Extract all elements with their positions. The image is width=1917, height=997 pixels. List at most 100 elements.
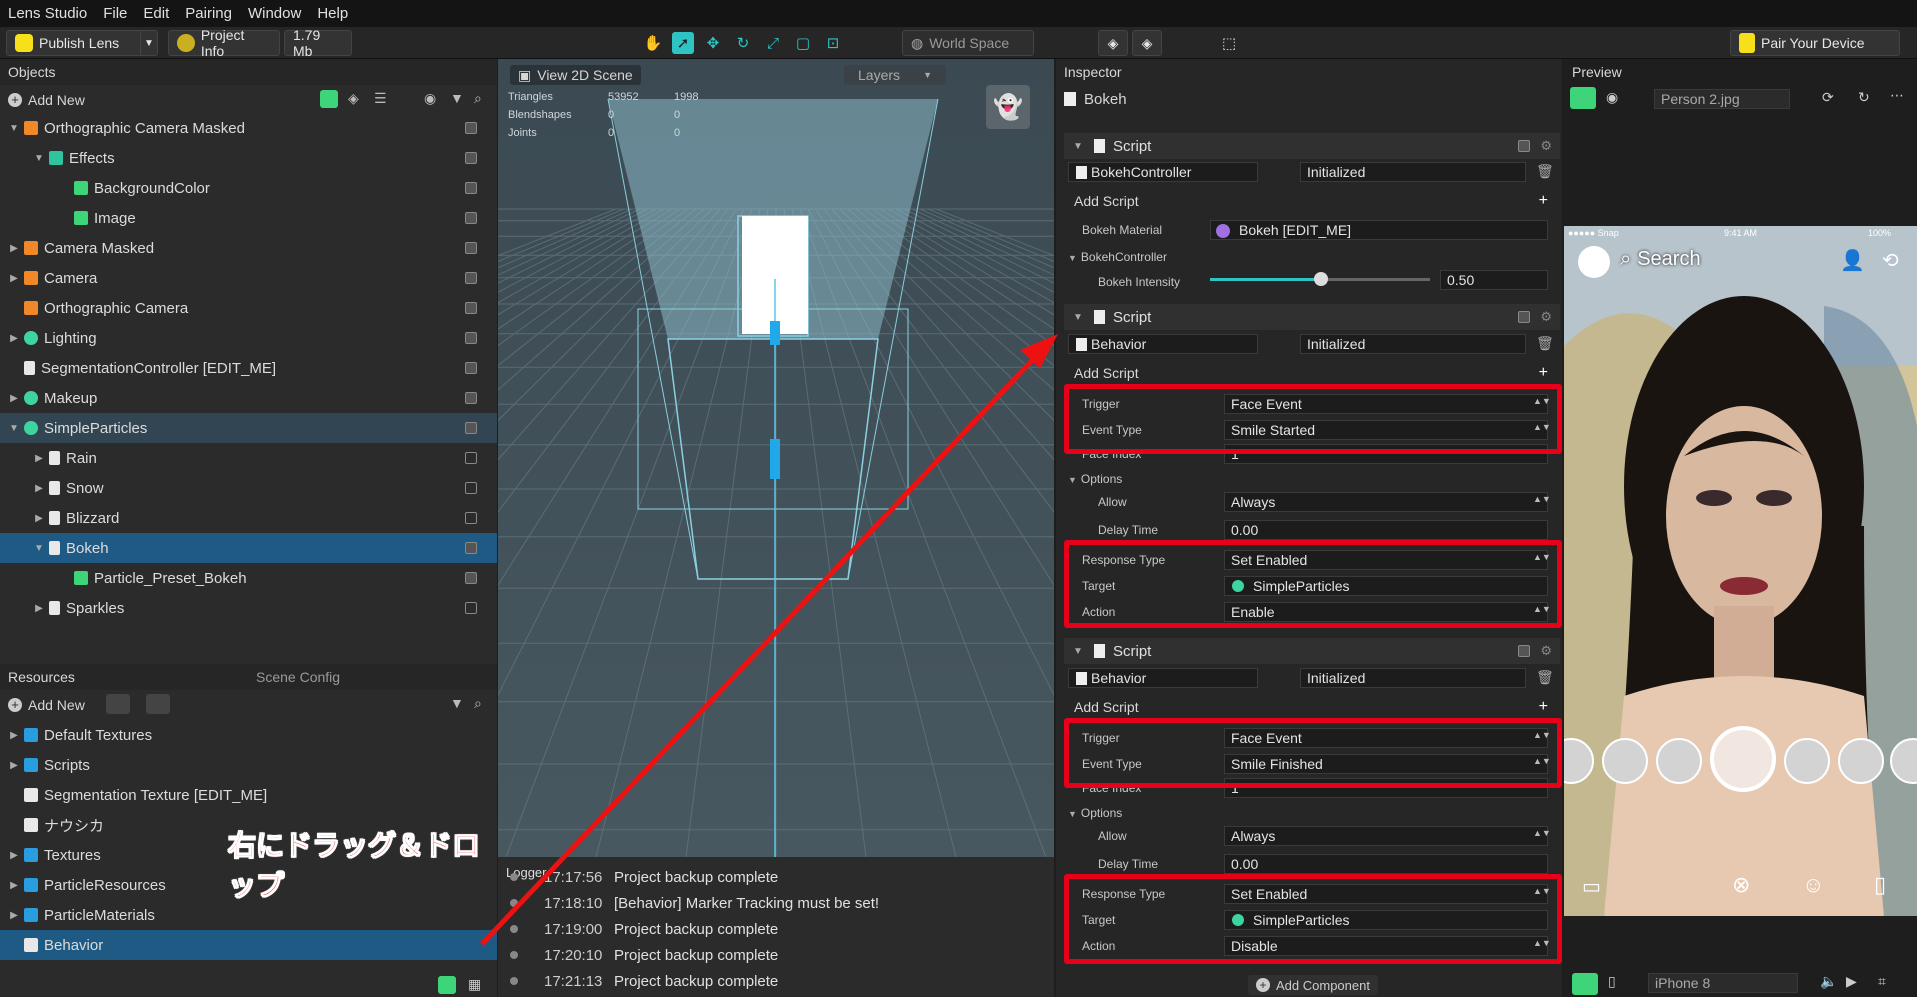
resource-item[interactable]: ▶ Default Textures (0, 720, 497, 750)
scene-config-tab[interactable]: Scene Config (256, 669, 340, 685)
enable-checkbox[interactable] (465, 332, 477, 344)
menu-window[interactable]: Window (248, 5, 301, 22)
enable-checkbox[interactable] (465, 422, 477, 434)
enable-checkbox[interactable] (465, 122, 477, 134)
menu-file[interactable]: File (103, 5, 127, 22)
object-tree-item[interactable]: Particle_Preset_Bokeh (0, 563, 497, 593)
focus-tool-icon[interactable]: ⊡ (822, 32, 844, 54)
collapse-arrow-icon[interactable]: ▼ (1068, 253, 1077, 263)
script-state-select[interactable]: Initialized (1300, 334, 1526, 354)
script-asset-field[interactable]: Behavior (1068, 334, 1258, 354)
expand-arrow-icon[interactable]: ▶ (8, 910, 20, 921)
script-state-select[interactable]: Initialized (1300, 668, 1526, 688)
expand-arrow-icon[interactable]: ▶ (8, 393, 20, 404)
property-group[interactable]: ▼ Options (1068, 472, 1122, 486)
resources-add-new-button[interactable]: + Add New (8, 694, 85, 716)
enable-checkbox[interactable] (465, 272, 477, 284)
collapse-arrow-icon[interactable]: ▼ (1068, 475, 1077, 485)
property-field[interactable]: Always ▲▼ (1224, 826, 1551, 846)
script-enabled-checkbox[interactable] (1518, 140, 1530, 152)
publish-dropdown-button[interactable]: ▼ (140, 30, 158, 56)
filter-icon[interactable]: ▼ (450, 90, 464, 106)
log-line[interactable]: 17:19:00 Project backup complete (498, 919, 1054, 943)
enable-checkbox[interactable] (465, 572, 477, 584)
snap-multi-icon[interactable]: ◈ (1132, 30, 1162, 56)
rect-tool-icon[interactable]: ▢ (792, 32, 814, 54)
add-component-button[interactable]: + Add Component (1248, 975, 1378, 995)
search-icon[interactable]: ⌕ (474, 695, 482, 712)
enable-checkbox[interactable] (465, 212, 477, 224)
expand-arrow-icon[interactable]: ▶ (8, 760, 20, 771)
menu-pairing[interactable]: Pairing (185, 5, 232, 22)
object-tree-item[interactable]: ▶ Camera (0, 263, 497, 293)
scene-viewport[interactable] (498, 59, 1054, 857)
gear-icon[interactable]: ⚙ (1540, 309, 1552, 325)
trash-icon[interactable]: 🗑 (1536, 335, 1554, 352)
collapse-arrow-icon[interactable]: ▼ (1068, 141, 1088, 152)
collapse-arrow-icon[interactable]: ▼ (1068, 312, 1088, 323)
lens-explorer-icon[interactable]: ☺ (1802, 872, 1824, 898)
object-tree-item[interactable]: ▶ Makeup (0, 383, 497, 413)
lens-carousel-item[interactable] (1602, 738, 1648, 784)
script-header[interactable]: ▼ Script ⚙ (1064, 304, 1560, 330)
object-tree-item[interactable]: Image (0, 203, 497, 233)
property-field[interactable]: 0.00 (1224, 854, 1548, 874)
list-view-icon[interactable] (438, 976, 456, 994)
slider-handle[interactable] (1314, 272, 1328, 286)
device-select[interactable]: iPhone 8 (1648, 973, 1798, 993)
device-view-icon[interactable] (1570, 87, 1596, 109)
script-state-select[interactable]: Initialized (1300, 162, 1526, 182)
snap-search-bar[interactable]: ⌕ Search (1620, 248, 1701, 271)
expand-arrow-icon[interactable]: ▼ (8, 423, 20, 434)
new-file-icon[interactable] (146, 694, 170, 714)
snap-camera-icon[interactable]: ◈ (1098, 30, 1128, 56)
object-tree-item[interactable]: ▶ Blizzard (0, 503, 497, 533)
lens-carousel-item[interactable] (1784, 738, 1830, 784)
menu-help[interactable]: Help (317, 5, 348, 22)
resource-item[interactable]: ▶ ParticleMaterials (0, 900, 497, 930)
expand-arrow-icon[interactable]: ▼ (33, 543, 45, 554)
enable-checkbox[interactable] (465, 482, 477, 494)
object-tree-item[interactable]: Orthographic Camera (0, 293, 497, 323)
expand-arrow-icon[interactable]: ▶ (8, 243, 20, 254)
menu-edit[interactable]: Edit (143, 5, 169, 22)
property-group[interactable]: ▼ BokehController (1068, 250, 1167, 264)
log-line[interactable]: 17:20:10 Project backup complete (498, 945, 1054, 969)
person-icon[interactable]: ◉ (1606, 89, 1618, 106)
resources-tab[interactable]: Resources (8, 669, 75, 685)
rotate-tool-icon[interactable]: ↻ (732, 32, 754, 54)
more-icon[interactable]: ⋯ (1890, 87, 1904, 104)
resource-item[interactable]: ▶ Scripts (0, 750, 497, 780)
resource-item[interactable]: Segmentation Texture [EDIT_ME] (0, 780, 497, 810)
enable-checkbox[interactable] (465, 152, 477, 164)
capture-button[interactable] (1710, 726, 1776, 792)
project-info-button[interactable]: Project Info (168, 27, 280, 59)
close-lens-icon[interactable]: ⊗ (1732, 872, 1750, 898)
pair-device-button[interactable]: Pair Your Device (1730, 30, 1900, 56)
search-icon[interactable]: ⌕ (474, 90, 482, 107)
object-tree-item[interactable]: ▼ Orthographic Camera Masked (0, 113, 497, 143)
object-tree-item[interactable]: ▶ Sparkles (0, 593, 497, 623)
preview-viewport[interactable]: ●●●●● Snap 9:41 AM 100% ⌕ Search 👤 ⟲ ▭ ⊗… (1564, 226, 1917, 916)
eye-icon[interactable]: ◉ (424, 90, 436, 107)
bokeh-material-field[interactable]: Bokeh [EDIT_ME] (1210, 220, 1548, 240)
ghost-icon[interactable]: 👻 (986, 85, 1030, 129)
collapse-arrow-icon[interactable]: ▼ (1068, 646, 1088, 657)
gear-icon[interactable]: ⚙ (1540, 643, 1552, 659)
enable-checkbox[interactable] (465, 452, 477, 464)
expand-arrow-icon[interactable]: ▼ (33, 153, 45, 164)
enable-checkbox[interactable] (465, 512, 477, 524)
expand-arrow-icon[interactable]: ▶ (33, 453, 45, 464)
enable-checkbox[interactable] (465, 242, 477, 254)
expand-arrow-icon[interactable]: ▼ (8, 123, 20, 134)
crop-icon[interactable]: ⌗ (1878, 973, 1886, 990)
tablet-icon[interactable]: ▯ (1608, 973, 1616, 990)
expand-arrow-icon[interactable]: ▶ (33, 483, 45, 494)
objects-add-new-button[interactable]: + Add New (8, 89, 85, 111)
object-tree-item[interactable]: BackgroundColor (0, 173, 497, 203)
add-script-button[interactable]: Add Script + (1068, 190, 1556, 212)
trash-icon[interactable]: 🗑 (1536, 163, 1554, 180)
menu-app[interactable]: Lens Studio (8, 5, 87, 22)
enable-checkbox[interactable] (465, 542, 477, 554)
enable-checkbox[interactable] (465, 392, 477, 404)
